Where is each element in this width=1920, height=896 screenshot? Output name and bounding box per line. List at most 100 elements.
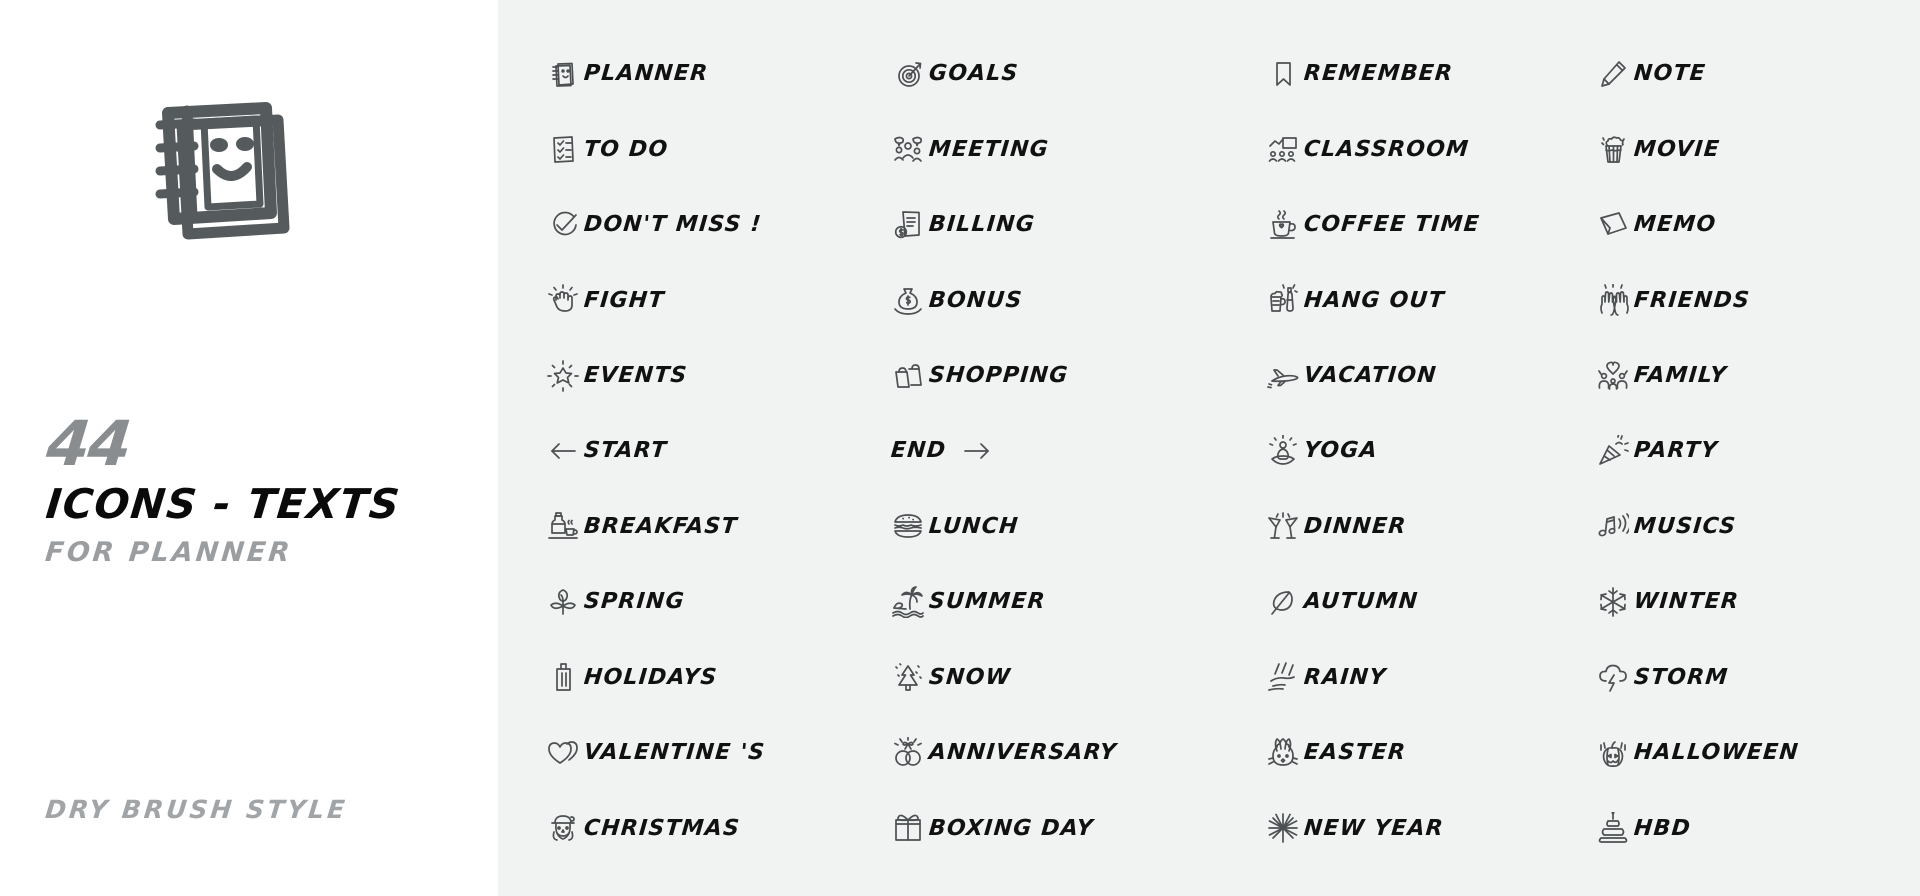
icon-text-item[interactable]: HANG OUT xyxy=(1266,262,1596,337)
icon-text-item[interactable]: YOGA xyxy=(1266,413,1596,488)
icon-text-item[interactable]: CHRISTMAS xyxy=(546,791,891,866)
icon-text-item[interactable]: BREAKFAST xyxy=(546,489,891,564)
icon-text-item[interactable]: VACATION xyxy=(1266,338,1596,413)
icon-text-item[interactable]: SUMMER xyxy=(891,564,1266,639)
icon-text-item[interactable]: NEW YEAR xyxy=(1266,791,1596,866)
icon-text-item[interactable]: GOALS xyxy=(891,36,1266,111)
icon-text-item[interactable]: PLANNER xyxy=(546,36,891,111)
icon-text-item[interactable]: MEETING xyxy=(891,111,1266,186)
item-label: MOVIE xyxy=(1632,136,1722,162)
coffee-cup-icon xyxy=(1266,208,1300,242)
icon-text-item[interactable]: PARTY xyxy=(1596,413,1906,488)
icon-text-item[interactable]: REMEMBER xyxy=(1266,36,1596,111)
leaf-icon xyxy=(1266,585,1300,619)
right-panel: PLANNER GOALS REMEMBER NOTE TO DO MEETING CLAS… xyxy=(498,0,1920,896)
item-label: MUSICS xyxy=(1632,513,1738,539)
item-label: ANNIVERSARY xyxy=(927,740,1119,766)
icon-text-item[interactable]: SNOW xyxy=(891,640,1266,715)
bookmark-icon xyxy=(1266,57,1300,91)
icon-text-item[interactable]: MUSICS xyxy=(1596,489,1906,564)
icon-text-item[interactable]: MEMO xyxy=(1596,187,1906,262)
thunder-cloud-icon xyxy=(1596,660,1630,694)
sticky-note-icon xyxy=(1596,208,1630,242)
item-label: SPRING xyxy=(582,589,686,615)
item-label: MEMO xyxy=(1632,212,1718,238)
icon-text-item[interactable]: BONUS xyxy=(891,262,1266,337)
item-label: LUNCH xyxy=(927,513,1020,539)
party-popper-icon xyxy=(1596,434,1630,468)
family-heart-icon xyxy=(1596,359,1630,393)
icon-text-item[interactable]: DON'T MISS ! xyxy=(546,187,891,262)
icon-text-item[interactable]: EVENTS xyxy=(546,338,891,413)
easter-bunny-icon xyxy=(1266,736,1300,770)
birthday-cake-icon xyxy=(1596,811,1630,845)
suitcase-icon xyxy=(546,660,580,694)
icon-text-item[interactable]: FIGHT xyxy=(546,262,891,337)
icon-text-item[interactable]: WINTER xyxy=(1596,564,1906,639)
invoice-dollar-icon xyxy=(891,208,925,242)
people-talking-icon xyxy=(891,132,925,166)
icon-text-item[interactable]: SPRING xyxy=(546,564,891,639)
item-label: COFFEE TIME xyxy=(1302,212,1482,238)
icon-text-item[interactable]: FAMILY xyxy=(1596,338,1906,413)
icon-text-item[interactable]: START xyxy=(546,413,891,488)
icon-text-item[interactable]: NOTE xyxy=(1596,36,1906,111)
icon-text-item[interactable]: MOVIE xyxy=(1596,111,1906,186)
icon-text-item[interactable]: HBD xyxy=(1596,791,1906,866)
item-label: STORM xyxy=(1632,664,1730,690)
item-label: MEETING xyxy=(927,136,1051,162)
icon-text-item[interactable]: HOLIDAYS xyxy=(546,640,891,715)
item-label: REMEMBER xyxy=(1302,61,1455,87)
arrow-right-icon xyxy=(960,434,994,468)
icon-text-item[interactable]: RAINY xyxy=(1266,640,1596,715)
item-label: BOXING DAY xyxy=(927,815,1095,841)
item-label: TO DO xyxy=(582,136,670,162)
pumpkin-icon xyxy=(1596,736,1630,770)
double-heart-icon xyxy=(546,736,580,770)
snowflake-icon xyxy=(1596,585,1630,619)
target-arrow-icon xyxy=(891,57,925,91)
icon-text-item[interactable]: TO DO xyxy=(546,111,891,186)
icon-text-item[interactable]: HALLOWEEN xyxy=(1596,715,1906,790)
item-label: WINTER xyxy=(1632,589,1741,615)
item-label: NEW YEAR xyxy=(1302,815,1445,841)
icon-text-item[interactable]: ANNIVERSARY xyxy=(891,715,1266,790)
item-label: DINNER xyxy=(1302,513,1408,539)
icon-text-item[interactable]: DINNER xyxy=(1266,489,1596,564)
icon-text-item[interactable]: BOXING DAY xyxy=(891,791,1266,866)
icon-text-item[interactable]: BILLING xyxy=(891,187,1266,262)
icon-text-item[interactable]: LUNCH xyxy=(891,489,1266,564)
shopping-bags-icon xyxy=(891,359,925,393)
item-label: BREAKFAST xyxy=(582,513,739,539)
icon-text-item[interactable]: AUTUMN xyxy=(1266,564,1596,639)
firework-icon xyxy=(1266,811,1300,845)
item-label: FIGHT xyxy=(582,287,666,313)
meditation-icon xyxy=(1266,434,1300,468)
item-label: FRIENDS xyxy=(1632,287,1752,313)
left-panel: 44 ICONS - TEXTS FOR PLANNER DRY BRUSH S… xyxy=(0,0,498,896)
check-circle-icon xyxy=(546,208,580,242)
icon-text-item[interactable]: STORM xyxy=(1596,640,1906,715)
icon-text-item[interactable]: SHOPPING xyxy=(891,338,1266,413)
item-label: AUTUMN xyxy=(1302,589,1420,615)
item-label: HBD xyxy=(1632,815,1693,841)
icon-text-item[interactable]: END xyxy=(890,413,1266,488)
raised-fist-icon xyxy=(546,283,580,317)
item-label: BILLING xyxy=(927,212,1037,238)
icon-text-item[interactable]: EASTER xyxy=(1266,715,1596,790)
icon-text-item[interactable]: VALENTINE 'S xyxy=(546,715,891,790)
item-label: EVENTS xyxy=(582,363,689,389)
gift-box-icon xyxy=(891,811,925,845)
icon-text-item[interactable]: COFFEE TIME xyxy=(1266,187,1596,262)
item-label: PARTY xyxy=(1632,438,1720,464)
item-label: CLASSROOM xyxy=(1302,136,1471,162)
item-label: HALLOWEEN xyxy=(1632,740,1801,766)
santa-icon xyxy=(546,811,580,845)
music-notes-icon xyxy=(1596,509,1630,543)
icon-text-item[interactable]: FRIENDS xyxy=(1596,262,1906,337)
icon-text-grid: PLANNER GOALS REMEMBER NOTE TO DO MEETING CLAS… xyxy=(546,36,1906,866)
arrow-left-icon xyxy=(546,434,580,468)
notebook-smiley-icon xyxy=(108,78,318,268)
icon-text-item[interactable]: CLASSROOM xyxy=(1266,111,1596,186)
high-five-hands-icon xyxy=(1596,283,1630,317)
